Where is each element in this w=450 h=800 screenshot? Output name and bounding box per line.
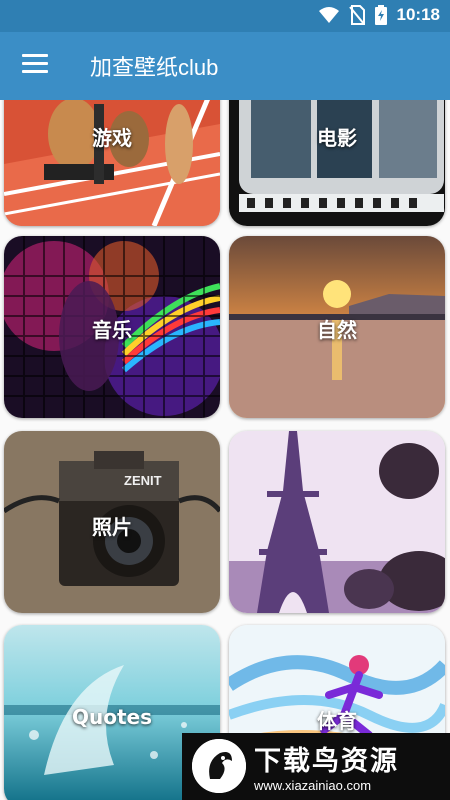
watermark-banner: 下载鸟资源 www.xiazainiao.com xyxy=(182,733,450,800)
watermark-url: www.xiazainiao.com xyxy=(254,778,372,793)
category-label: 电影 xyxy=(317,126,357,150)
category-card-movies[interactable]: 电影 xyxy=(229,100,445,226)
movies-image xyxy=(229,100,445,226)
wifi-icon xyxy=(318,7,339,23)
bird-logo-icon xyxy=(192,739,246,793)
category-card-music[interactable]: 音乐 xyxy=(4,236,220,418)
category-label: Quotes xyxy=(71,705,152,729)
camera-brand-text: ZENIT xyxy=(124,473,162,488)
battery-charging-icon xyxy=(374,5,387,25)
hamburger-menu-icon[interactable] xyxy=(22,54,48,76)
category-card-nature[interactable]: 自然 xyxy=(229,236,445,418)
category-card-photos[interactable]: ZENIT 照片 xyxy=(4,431,220,613)
category-grid: 游戏 电影 音乐 自然 ZENIT 照片 Quotes 体育 xyxy=(0,100,450,800)
watermark-title: 下载鸟资源 xyxy=(254,746,399,777)
status-time: 10:18 xyxy=(396,5,440,24)
category-card-paris[interactable] xyxy=(229,431,445,613)
status-icons: 10:18 xyxy=(318,5,440,25)
category-label: 游戏 xyxy=(92,126,132,150)
category-label: 体育 xyxy=(317,709,357,733)
category-label: 照片 xyxy=(92,515,132,539)
no-sim-icon xyxy=(348,5,365,25)
category-label: 自然 xyxy=(317,318,357,342)
app-title: 加查壁纸club xyxy=(90,55,219,80)
app-bar: 加查壁纸club xyxy=(0,32,450,100)
category-label: 音乐 xyxy=(92,318,132,342)
category-card-games[interactable]: 游戏 xyxy=(4,100,220,226)
eiffel-tower-image xyxy=(229,431,445,613)
status-bar: 10:18 xyxy=(0,0,450,32)
games-image xyxy=(4,100,220,226)
